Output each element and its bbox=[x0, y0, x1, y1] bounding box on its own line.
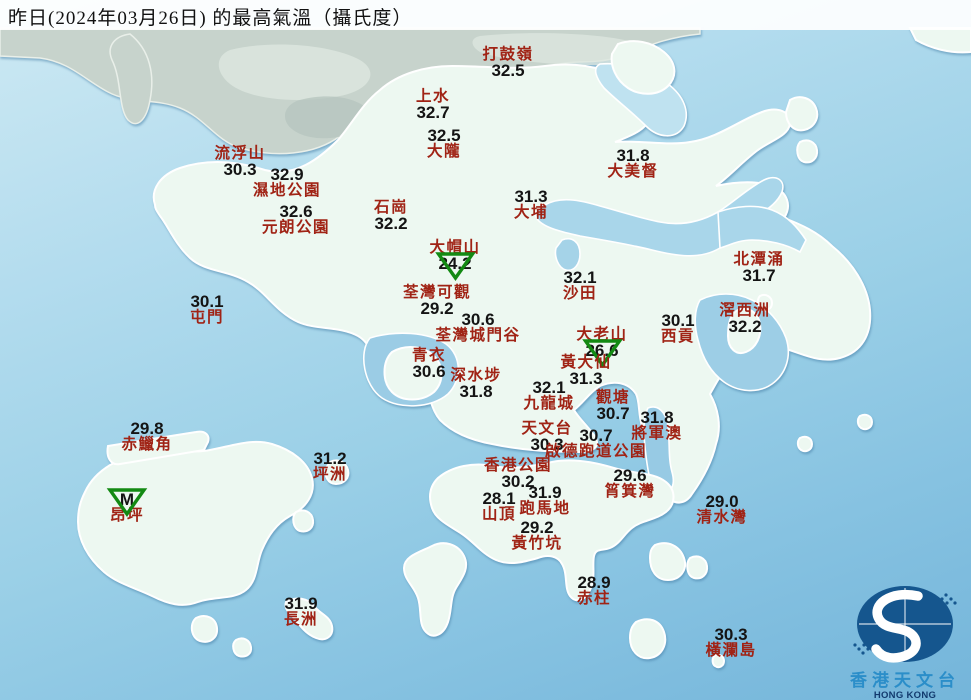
station-label: 32.9 濕地公園 bbox=[252, 165, 322, 199]
station-value: 30.6 bbox=[412, 362, 446, 381]
station-value: M bbox=[106, 488, 148, 517]
station-name: 元朗公園 bbox=[261, 219, 331, 236]
station-name: 赤鱲角 bbox=[121, 436, 173, 453]
station-name: 清水灣 bbox=[696, 509, 748, 526]
station-value: 29.2 bbox=[520, 518, 554, 537]
station-label: 30.1 屯門 bbox=[189, 292, 225, 326]
station-value: 32.9 bbox=[270, 165, 304, 184]
station-value: 32.6 bbox=[279, 202, 313, 221]
station-label: 30.6 荃灣城門谷 bbox=[435, 310, 521, 344]
station-label: 32.6 元朗公園 bbox=[261, 202, 331, 236]
station-name: 濕地公園 bbox=[252, 182, 322, 199]
station-name: 赤柱 bbox=[576, 590, 612, 607]
station-label: M 昂坪 bbox=[106, 488, 148, 524]
station-name: 大隴 bbox=[426, 143, 462, 160]
hko-logo-chinese: 香港天文台 bbox=[850, 671, 960, 690]
station-label: 北潭涌 31.7 bbox=[733, 251, 784, 285]
station-label: 31.9 長洲 bbox=[283, 594, 319, 628]
station-value: 32.5 bbox=[427, 126, 461, 145]
station-label: 31.3 大埔 bbox=[513, 187, 549, 221]
station-label: 31.8 大美督 bbox=[607, 146, 659, 180]
station-name: 沙田 bbox=[562, 285, 598, 302]
station-value: 30.3 bbox=[714, 625, 748, 644]
station-label: 29.0 清水灣 bbox=[696, 492, 748, 526]
station-name: 西貢 bbox=[660, 328, 696, 345]
title-bar: 昨日(2024年03月26日) 的最高氣溫（攝氏度） bbox=[0, 0, 971, 30]
station-value: 31.8 bbox=[616, 146, 650, 165]
station-value: 31.2 bbox=[313, 449, 347, 468]
station-label: 29.8 赤鱲角 bbox=[121, 419, 173, 453]
station-value: 29.0 bbox=[705, 492, 739, 511]
station-label: 石崗 32.2 bbox=[374, 199, 408, 233]
station-name: 屯門 bbox=[189, 309, 225, 326]
station-name: 長洲 bbox=[283, 611, 319, 628]
weather-map-screen: 昨日(2024年03月26日) 的最高氣溫（攝氏度） 打鼓嶺 32.5 上水 32.7… bbox=[0, 0, 971, 700]
station-name: 橫瀾島 bbox=[705, 642, 757, 659]
station-name: 昂坪 bbox=[109, 507, 145, 524]
station-value: 32.5 bbox=[491, 61, 525, 80]
station-label: 31.2 坪洲 bbox=[312, 449, 348, 483]
station-name: 跑馬地 bbox=[519, 500, 571, 517]
station-value: 31.8 bbox=[459, 382, 493, 401]
station-label: 青衣 30.6 bbox=[412, 347, 446, 381]
station-value: 30.7 bbox=[579, 426, 613, 445]
station-value: 30.7 bbox=[596, 404, 630, 423]
station-value: 31.8 bbox=[640, 408, 674, 427]
station-label: 打鼓嶺 32.5 bbox=[482, 46, 533, 80]
hko-logo-english: HONG KONG OBSERVATORY bbox=[873, 690, 937, 700]
station-label: 28.9 赤柱 bbox=[576, 573, 612, 607]
station-value: 31.7 bbox=[742, 266, 776, 285]
station-label: 深水埗 31.8 bbox=[450, 367, 501, 401]
station-label: 32.1 九龍城 bbox=[523, 378, 575, 412]
page-title: 昨日(2024年03月26日) 的最高氣溫（攝氏度） bbox=[8, 8, 413, 29]
station-label: 29.2 黃竹坑 bbox=[511, 518, 563, 552]
station-value: 30.6 bbox=[461, 310, 495, 329]
station-value: 30.1 bbox=[661, 311, 695, 330]
station-label: 31.9 跑馬地 bbox=[519, 483, 571, 517]
station-name: 坪洲 bbox=[312, 466, 348, 483]
station-value: 24.2 bbox=[429, 252, 480, 281]
station-name: 九龍城 bbox=[523, 395, 575, 412]
stations-layer: 打鼓嶺 32.5 上水 32.7 32.5 大隴 流浮山 30.3 32.9 濕地公園 32.6 元朗… bbox=[0, 0, 971, 700]
station-value: 31.9 bbox=[528, 483, 562, 502]
station-name: 大美督 bbox=[607, 163, 659, 180]
station-name: 荃灣城門谷 bbox=[435, 327, 521, 344]
station-label: 觀塘 30.7 bbox=[596, 389, 630, 423]
station-value: 29.6 bbox=[613, 466, 647, 485]
station-value: 32.7 bbox=[416, 103, 450, 122]
station-name: 黃竹坑 bbox=[511, 535, 563, 552]
station-label: 大帽山 24.2 bbox=[429, 239, 480, 281]
station-value: 28.9 bbox=[577, 573, 611, 592]
station-label: 28.1 山頂 bbox=[482, 489, 516, 523]
hko-emblem-icon bbox=[853, 586, 957, 663]
station-value: 32.1 bbox=[532, 378, 566, 397]
station-label: 30.1 西貢 bbox=[660, 311, 696, 345]
station-value: 32.2 bbox=[728, 317, 762, 336]
hko-logo: 香港天文台 HONG KONG OBSERVATORY bbox=[838, 583, 971, 700]
station-value: 29.8 bbox=[130, 419, 164, 438]
station-label: 30.7 啟德跑道公園 bbox=[544, 426, 648, 460]
station-name: 啟德跑道公園 bbox=[544, 443, 648, 460]
station-label: 32.5 大隴 bbox=[426, 126, 462, 160]
station-name: 大埔 bbox=[513, 204, 549, 221]
station-value: 31.3 bbox=[514, 187, 548, 206]
station-value: 28.1 bbox=[482, 489, 516, 508]
station-label: 30.3 橫瀾島 bbox=[705, 625, 757, 659]
station-name: 筲箕灣 bbox=[604, 483, 656, 500]
station-label: 上水 32.7 bbox=[416, 88, 450, 122]
station-label: 29.6 筲箕灣 bbox=[604, 466, 656, 500]
station-value: 32.1 bbox=[563, 268, 597, 287]
station-value: 31.9 bbox=[284, 594, 318, 613]
station-value: 32.2 bbox=[374, 214, 408, 233]
station-label: 滘西洲 32.2 bbox=[719, 302, 770, 336]
station-value: 30.1 bbox=[190, 292, 224, 311]
station-label: 32.1 沙田 bbox=[562, 268, 598, 302]
